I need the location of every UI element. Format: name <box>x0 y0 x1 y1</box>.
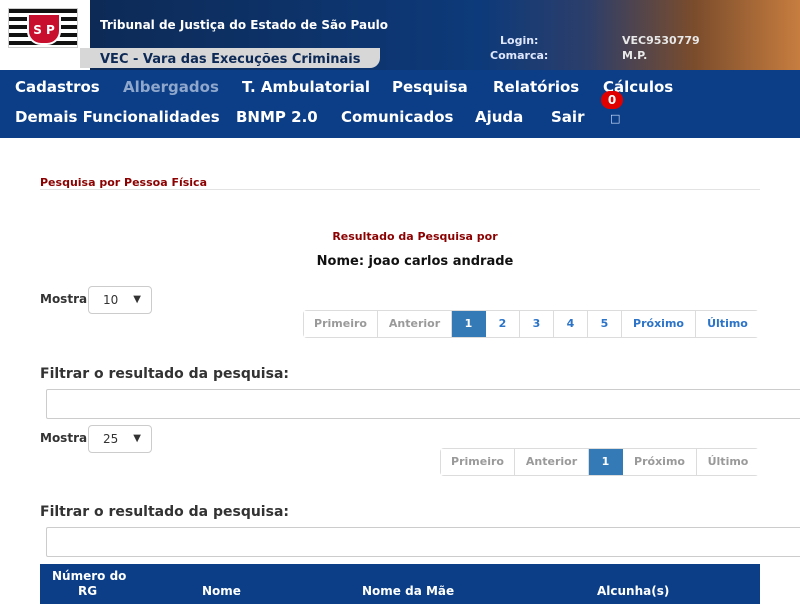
login-value: VEC9530779 <box>622 34 700 47</box>
nav-relatorios[interactable]: Relatórios <box>493 78 579 96</box>
pager-last-2[interactable]: Último <box>697 449 759 475</box>
chevron-down-icon: ▼ <box>133 294 141 305</box>
comarca-label: Comarca: <box>490 49 549 62</box>
logo-text: S P <box>33 23 55 37</box>
result-label: Resultado da Pesquisa por <box>332 230 498 243</box>
org-title: Tribunal de Justiça do Estado de São Pau… <box>100 18 388 32</box>
comarca-value: M.P. <box>622 49 648 62</box>
pager-page-4[interactable]: 4 <box>554 311 588 337</box>
col-rg-line1: Número do <box>52 569 127 583</box>
filter-input-2[interactable] <box>46 527 800 557</box>
col-rg-line2: RG <box>78 584 98 598</box>
nav-sair[interactable]: Sair <box>551 108 584 126</box>
nav-demais-funcionalidades[interactable]: Demais Funcionalidades <box>15 108 220 126</box>
pager-page-1-b[interactable]: 1 <box>589 449 623 475</box>
page-header: S P Tribunal de Justiça do Estado de São… <box>0 0 800 70</box>
nav-cadastros[interactable]: Cadastros <box>15 78 100 96</box>
page-size-value-1: 10 <box>103 293 119 307</box>
nav-comunicados[interactable]: Comunicados <box>341 108 453 126</box>
nav-t-ambulatorial[interactable]: T. Ambulatorial <box>242 78 370 96</box>
section-divider <box>40 189 760 190</box>
pagination-2: Primeiro Anterior 1 Próximo Último <box>440 448 759 476</box>
nav-bnmp[interactable]: BNMP 2.0 <box>236 108 318 126</box>
pager-prev-2[interactable]: Anterior <box>515 449 589 475</box>
show-label-1: Mostrar <box>40 292 93 306</box>
page-size-select-2[interactable]: 25 ▼ <box>88 425 152 453</box>
system-name: VEC - Vara das Execuções Criminais <box>100 52 361 67</box>
pager-page-1[interactable]: 1 <box>452 311 486 337</box>
pager-next-2[interactable]: Próximo <box>623 449 697 475</box>
pager-prev-1[interactable]: Anterior <box>378 311 452 337</box>
col-alcunhas[interactable]: Alcunha(s) <box>597 584 669 598</box>
pager-page-5[interactable]: 5 <box>588 311 622 337</box>
filter-input-1[interactable] <box>46 389 800 419</box>
pagination-1: Primeiro Anterior 1 2 3 4 5 Próximo Últi… <box>303 310 759 338</box>
col-nome[interactable]: Nome <box>202 584 241 598</box>
show-label-2: Mostrar <box>40 431 93 445</box>
result-query: Nome: joao carlos andrade <box>316 254 514 269</box>
nav-albergados[interactable]: Albergados <box>123 78 219 96</box>
login-label: Login: <box>500 34 539 47</box>
filter-label-2: Filtrar o resultado da pesquisa: <box>40 504 289 520</box>
filter-label-1: Filtrar o resultado da pesquisa: <box>40 366 289 382</box>
pager-last-1[interactable]: Último <box>696 311 759 337</box>
tjsp-logo: S P <box>8 8 78 48</box>
pager-next-1[interactable]: Próximo <box>622 311 696 337</box>
nav-ajuda[interactable]: Ajuda <box>475 108 523 126</box>
section-title: Pesquisa por Pessoa Física <box>40 176 208 189</box>
nav-pesquisa[interactable]: Pesquisa <box>392 78 468 96</box>
page-size-value-2: 25 <box>103 432 119 446</box>
pager-page-3[interactable]: 3 <box>520 311 554 337</box>
results-table-header: Número do RG Nome Nome da Mãe Alcunha(s) <box>40 564 760 604</box>
pager-first-1[interactable]: Primeiro <box>304 311 378 337</box>
main-content: Pesquisa por Pessoa Física Resultado da … <box>0 140 800 604</box>
pager-page-2[interactable]: 2 <box>486 311 520 337</box>
pager-first-2[interactable]: Primeiro <box>441 449 515 475</box>
notification-badge[interactable]: 0 <box>601 91 623 109</box>
bell-icon[interactable]: □ <box>610 112 620 125</box>
chevron-down-icon: ▼ <box>133 433 141 444</box>
col-nome-da-mae[interactable]: Nome da Mãe <box>362 584 454 598</box>
page-size-select-1[interactable]: 10 ▼ <box>88 286 152 314</box>
logo-shield: S P <box>27 13 61 45</box>
